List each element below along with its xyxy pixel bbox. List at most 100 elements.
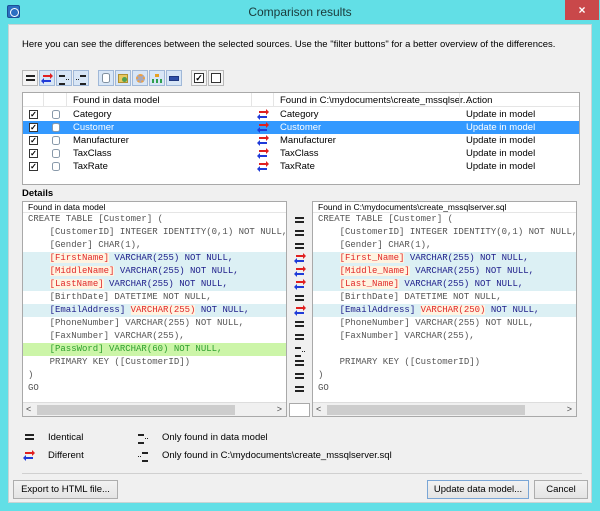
right-horizontal-scrollbar[interactable]: < > [313,402,576,416]
procedure-filter-button[interactable] [132,70,148,86]
code-line: PRIMARY KEY ([CustomerID]) [318,357,481,367]
row-checkbox[interactable]: ✓ [29,136,38,145]
identical-icon [295,333,304,340]
identical-icon [295,229,304,236]
check-all-button[interactable]: ✓ [191,70,207,86]
legend-identical: Identical [22,430,83,444]
list-row[interactable]: ✓ Customer Customer Update in model [23,121,579,134]
only-right-filter-button[interactable] [73,70,89,86]
identical-icon [295,385,304,392]
different-filter-button[interactable] [39,70,55,86]
code-line: [MiddleName] VARCHAR(255) NOT NULL, [23,265,286,278]
code-line: PRIMARY KEY ([CustomerID]) [28,357,191,367]
checkbox-unchecked-icon [211,73,221,83]
object-list[interactable]: Found in data model Found in C:\mydocume… [22,92,580,185]
row-right-name: Category [280,109,319,120]
code-line: [First_Name] VARCHAR(255) NOT NULL, [313,252,576,265]
identical-filter-button[interactable] [22,70,38,86]
intro-text: Here you can see the differences between… [22,39,556,50]
view-icon [118,73,128,83]
only-left-filter-button[interactable] [56,70,72,86]
list-row[interactable]: ✓ Category Category Update in model [23,108,579,121]
list-row[interactable]: ✓ Manufacturer Manufacturer Update in model [23,134,579,147]
code-line: [FaxNumber] VARCHAR(255), [28,331,185,341]
identical-icon [295,242,304,249]
different-icon [293,279,306,290]
row-left-name: Customer [73,122,115,133]
gutter-marker [294,317,305,330]
identical-icon [295,294,304,301]
cancel-button[interactable]: Cancel [534,480,588,499]
code-line: GO [28,383,39,393]
code-line: [CustomerID] INTEGER IDENTITY(0,1) NOT N… [318,227,577,237]
identical-icon [24,434,34,440]
gutter-marker [293,278,306,291]
scroll-right-icon[interactable]: > [567,404,572,414]
table-icon [52,162,60,171]
table-filter-button[interactable] [98,70,114,86]
close-button[interactable]: × [565,0,599,20]
only-right-icon [76,75,86,85]
gutter-marker [294,356,305,369]
gutter-marker [294,213,305,226]
row-action[interactable]: Update in model [466,161,535,172]
uncheck-all-button[interactable] [208,70,224,86]
table-icon [52,136,60,145]
only-left-icon [59,75,69,85]
scroll-left-icon[interactable]: < [26,404,31,414]
row-action[interactable]: Update in model [466,109,535,120]
update-data-model-button[interactable]: Update data model... [427,480,529,499]
scrollbar-thumb[interactable] [327,405,525,415]
row-right-name: Customer [280,122,322,133]
gutter-marker [294,369,305,382]
row-right-name: TaxRate [280,161,315,172]
row-checkbox[interactable]: ✓ [29,110,38,119]
left-horizontal-scrollbar[interactable]: < > [23,402,286,416]
sequence-filter-button[interactable] [166,70,182,86]
different-icon [257,122,269,133]
row-action[interactable]: Update in model [466,148,535,159]
list-row[interactable]: ✓ TaxRate TaxRate Update in model [23,160,579,173]
row-checkbox[interactable]: ✓ [29,123,38,132]
code-line: [BirthDate] DATETIME NOT NULL, [318,292,502,302]
row-right-name: TaxClass [280,148,319,159]
different-icon [293,253,306,264]
code-line: [BirthDate] DATETIME NOT NULL, [28,292,212,302]
column-header-left[interactable]: Found in data model [73,95,160,106]
left-code-pane[interactable]: Found in data model CREATE TABLE [Custom… [22,201,287,417]
relation-filter-button[interactable] [149,70,165,86]
code-line: ) [318,370,324,380]
view-filter-button[interactable] [115,70,131,86]
gutter-marker [293,252,306,265]
checkbox-checked-icon: ✓ [194,73,204,83]
row-checkbox[interactable]: ✓ [29,149,38,158]
details-label: Details [22,188,54,199]
gutter-marker [294,382,305,395]
different-icon [257,135,269,146]
code-line: [Gender] CHAR(1), [28,240,142,250]
code-line: [PhoneNumber] VARCHAR(255) NOT NULL, [28,318,245,328]
right-code-pane[interactable]: Found in C:\mydocuments\create_mssqlserv… [312,201,577,417]
column-header-right[interactable]: Found in C:\mydocuments\create_mssqlser.… [280,95,471,106]
gutter-scrollbar[interactable] [289,403,310,417]
table-icon [102,73,110,83]
row-action[interactable]: Update in model [466,135,535,146]
scroll-left-icon[interactable]: < [316,404,321,414]
code-line: [EmailAddress] VARCHAR(255) NOT NULL, [23,304,286,317]
row-action[interactable]: Update in model [466,122,535,133]
code-line: [LastName] VARCHAR(255) NOT NULL, [23,278,286,291]
different-icon [293,305,306,316]
scroll-right-icon[interactable]: > [277,404,282,414]
identical-icon [25,75,35,81]
divider [22,473,582,474]
code-line: [Last_Name] VARCHAR(255) NOT NULL, [313,278,576,291]
different-icon [293,266,306,277]
column-header-action[interactable]: Action [466,95,492,106]
row-checkbox[interactable]: ✓ [29,162,38,171]
code-line: [EmailAddress] VARCHAR(250) NOT NULL, [313,304,576,317]
export-html-button[interactable]: Export to HTML file... [13,480,118,499]
list-row[interactable]: ✓ TaxClass TaxClass Update in model [23,147,579,160]
only-left-icon [138,434,148,444]
scrollbar-thumb[interactable] [37,405,235,415]
